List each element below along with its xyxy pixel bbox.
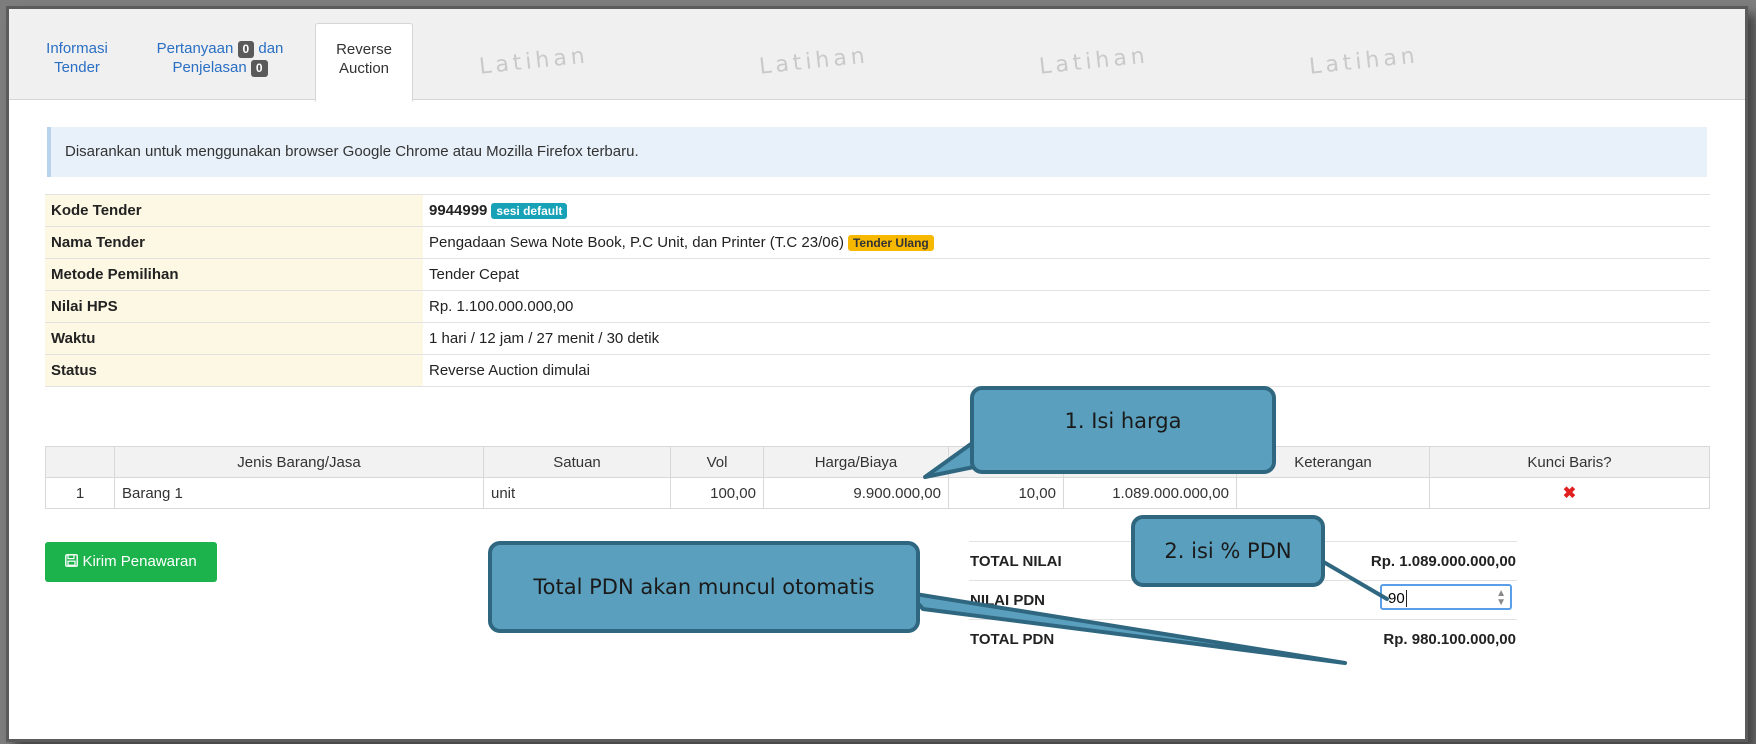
callout-total-pdn: Total PDN akan muncul otomatis: [488, 541, 920, 633]
callout-isi-harga: 1. Isi harga: [970, 386, 1276, 474]
callout-pointer-total-pdn: [907, 591, 1347, 665]
browser-frame: Informasi Tender Pertanyaan 0 dan Penjel…: [6, 6, 1748, 742]
callout-isi-pdn: 2. isi % PDN: [1131, 515, 1325, 587]
callout-pointer-pdn: [1313, 555, 1389, 601]
